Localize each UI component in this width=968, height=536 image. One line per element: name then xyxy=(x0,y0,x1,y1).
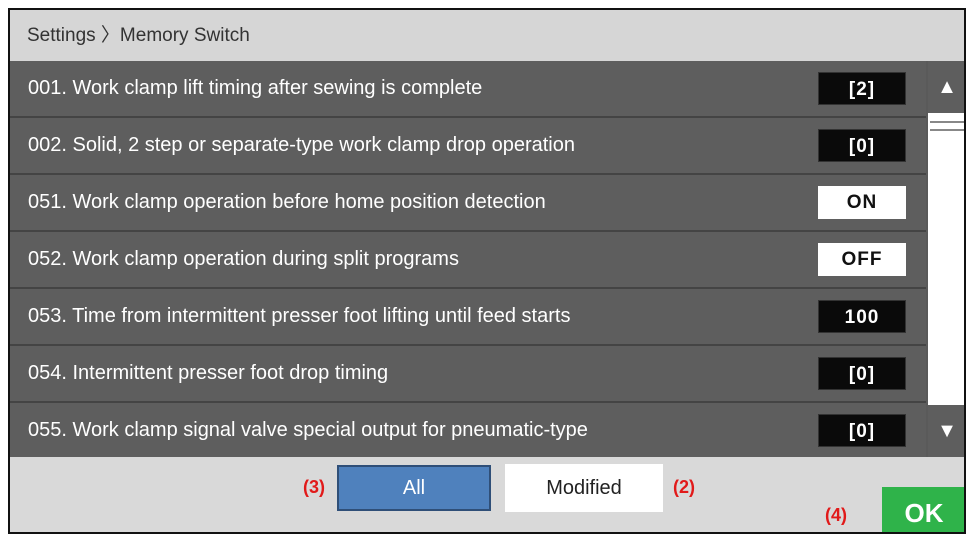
scrollbar[interactable]: ▲ ▼ xyxy=(928,61,964,457)
list-item[interactable]: 052. Work clamp operation during split p… xyxy=(10,232,926,287)
list-item[interactable]: 053. Time from intermittent presser foot… xyxy=(10,289,926,344)
list-item[interactable]: 051. Work clamp operation before home po… xyxy=(10,175,926,230)
breadcrumb: Settings 〉Memory Switch xyxy=(10,10,964,61)
value-box[interactable]: [0] xyxy=(818,357,906,390)
value-box[interactable]: OFF xyxy=(818,243,906,276)
annotation-modified: (2) xyxy=(673,477,695,497)
value-box[interactable]: [0] xyxy=(818,129,906,162)
memory-switch-panel: Settings 〉Memory Switch 001. Work clamp … xyxy=(8,8,966,534)
filter-all-button[interactable]: All xyxy=(337,465,491,511)
list-item-label: 053. Time from intermittent presser foot… xyxy=(28,305,571,327)
bottom-bar: (3) All Modified (2) (4) OK xyxy=(10,457,964,532)
ok-button[interactable]: OK xyxy=(882,487,964,532)
value-box[interactable]: ON xyxy=(818,186,906,219)
scroll-down-icon[interactable]: ▼ xyxy=(928,405,964,457)
list-item[interactable]: 055. Work clamp signal valve special out… xyxy=(10,403,926,458)
value-box[interactable]: [2] xyxy=(818,72,906,105)
scroll-thumb[interactable] xyxy=(930,121,964,131)
value-box[interactable]: 100 xyxy=(818,300,906,333)
list-item-label: 051. Work clamp operation before home po… xyxy=(28,191,546,213)
annotation-all: (3) xyxy=(303,477,325,497)
list-item-label: 002. Solid, 2 step or separate-type work… xyxy=(28,134,575,156)
list-item-label: 055. Work clamp signal valve special out… xyxy=(28,419,588,441)
annotation-ok: (4) xyxy=(825,505,847,525)
list-item[interactable]: 002. Solid, 2 step or separate-type work… xyxy=(10,118,926,173)
list-item-label: 054. Intermittent presser foot drop timi… xyxy=(28,362,389,384)
value-box[interactable]: [0] xyxy=(818,414,906,447)
list-item[interactable]: 001. Work clamp lift timing after sewing… xyxy=(10,61,926,116)
filter-modified-button[interactable]: Modified xyxy=(505,464,663,512)
memory-switch-list: 001. Work clamp lift timing after sewing… xyxy=(10,61,926,458)
list-item[interactable]: 054. Intermittent presser foot drop timi… xyxy=(10,346,926,401)
list-item-label: 052. Work clamp operation during split p… xyxy=(28,248,459,270)
list-item-label: 001. Work clamp lift timing after sewing… xyxy=(28,77,483,99)
scroll-up-icon[interactable]: ▲ xyxy=(928,61,964,113)
